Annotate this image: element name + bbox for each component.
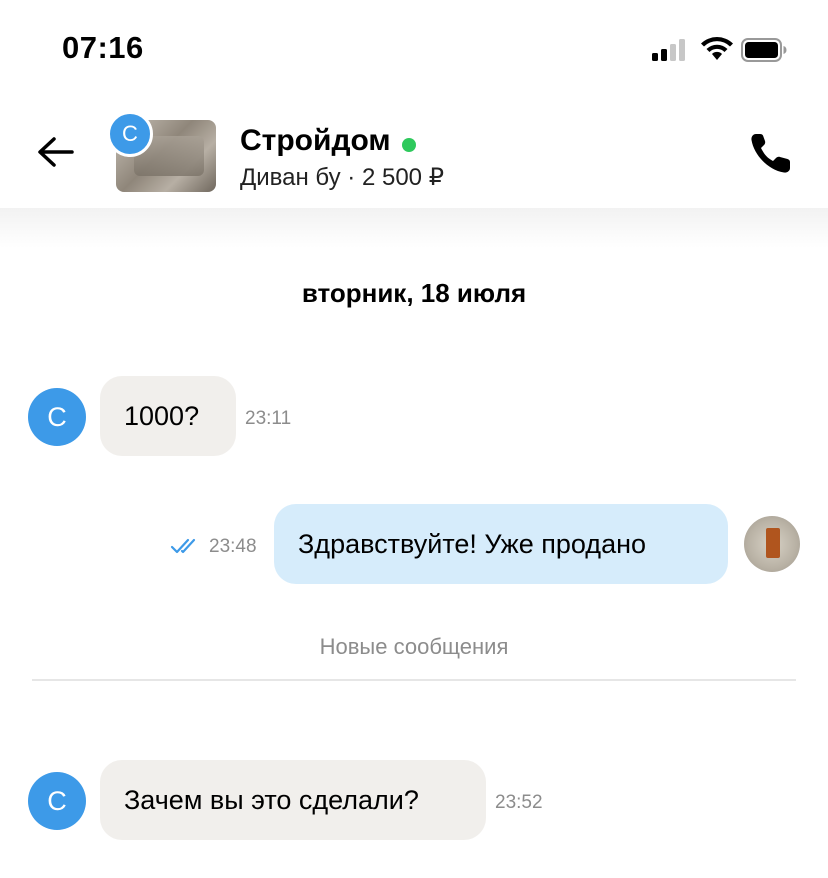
status-time: 07:16 [62, 30, 144, 65]
avatar-photo [766, 528, 780, 558]
message-bubble-incoming[interactable]: Зачем вы это сделали? [100, 760, 486, 840]
new-messages-label: Новые сообщения [319, 634, 509, 659]
new-messages-divider [32, 679, 796, 681]
message-bubble-outgoing[interactable]: Здравствуйте! Уже продано [274, 504, 728, 584]
phone-call-icon[interactable] [748, 130, 796, 176]
message-text: Зачем вы это сделали? [124, 784, 419, 815]
back-arrow-icon[interactable] [34, 132, 78, 172]
cellular-signal-icon [652, 39, 690, 61]
my-avatar[interactable] [744, 516, 800, 572]
seller-name[interactable]: Стройдом [240, 124, 391, 158]
online-status-dot [402, 138, 416, 152]
message-time: 23:52 [495, 792, 543, 813]
message-time: 23:11 [245, 408, 292, 429]
wifi-icon [701, 37, 733, 60]
listing-title: Диван бу [240, 164, 341, 191]
header-shadow [0, 208, 828, 248]
read-checkmarks-icon [170, 538, 196, 554]
listing-price: 2 500 ₽ [361, 164, 444, 191]
message-time: 23:48 [209, 536, 257, 557]
subtitle-separator: · [340, 164, 362, 191]
listing-subtitle[interactable]: Диван бу · 2 500 ₽ [240, 163, 444, 192]
message-text: 1000? [124, 400, 200, 431]
sender-avatar[interactable]: С [28, 772, 86, 830]
date-separator: вторник, 18 июля [301, 278, 527, 308]
seller-avatar-badge: С [107, 111, 153, 157]
sender-avatar[interactable]: С [28, 388, 86, 446]
message-text: Здравствуйте! Уже продано [298, 528, 647, 559]
battery-icon [741, 38, 787, 62]
message-bubble-incoming[interactable]: 1000? [100, 376, 236, 456]
